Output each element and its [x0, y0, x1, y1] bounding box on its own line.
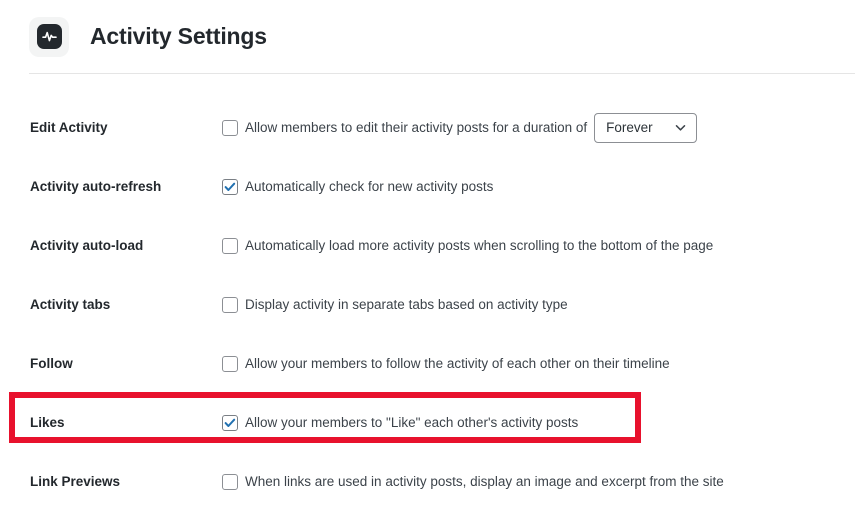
- table-row: Activity auto-load Automatically load mo…: [0, 216, 861, 275]
- app-icon-container: [29, 16, 69, 57]
- edit-activity-checkbox[interactable]: [222, 119, 238, 136]
- header-inner: Activity Settings: [29, 16, 267, 57]
- chevron-down-icon: [675, 125, 686, 131]
- edit-activity-duration-select[interactable]: Forever: [594, 112, 698, 143]
- table-row: Likes Allow your members to "Like" each …: [0, 393, 861, 452]
- row-label-edit-activity: Edit Activity: [30, 120, 108, 135]
- activity-settings-table: Edit Activity Allow members to edit thei…: [0, 98, 861, 511]
- settings-rows: Edit Activity Allow members to edit thei…: [0, 98, 861, 511]
- likes-description: Allow your members to "Like" each other'…: [245, 414, 579, 430]
- row-field-link-previews: When links are used in activity posts, d…: [222, 452, 861, 511]
- table-row: Activity auto-refresh Automatically chec…: [0, 157, 861, 216]
- row-label-activity-auto-load: Activity auto-load: [30, 238, 144, 253]
- row-field-activity-auto-refresh: Automatically check for new activity pos…: [222, 157, 861, 216]
- row-field-likes: Allow your members to "Like" each other'…: [222, 393, 861, 452]
- link-previews-description: When links are used in activity posts, d…: [245, 473, 724, 489]
- row-field-activity-auto-load: Automatically load more activity posts w…: [222, 216, 861, 275]
- table-row: Activity tabs Display activity in separa…: [0, 275, 861, 334]
- activity-tabs-description: Display activity in separate tabs based …: [245, 296, 568, 312]
- follow-description: Allow your members to follow the activit…: [245, 355, 670, 371]
- activity-auto-refresh-description: Automatically check for new activity pos…: [245, 178, 494, 194]
- row-field-activity-tabs: Display activity in separate tabs based …: [222, 275, 861, 334]
- header-divider: [29, 73, 855, 74]
- activity-auto-load-description: Automatically load more activity posts w…: [245, 237, 714, 253]
- activity-auto-load-checkbox[interactable]: [222, 237, 238, 254]
- page-header: Activity Settings: [0, 0, 861, 73]
- table-row: Follow Allow your members to follow the …: [0, 334, 861, 393]
- table-row: Edit Activity Allow members to edit thei…: [0, 98, 861, 157]
- activity-tabs-checkbox[interactable]: [222, 296, 238, 313]
- table-row: Link Previews When links are used in act…: [0, 452, 861, 511]
- link-previews-checkbox[interactable]: [222, 473, 238, 490]
- activity-pulse-icon: [36, 24, 62, 49]
- select-value: Forever: [606, 120, 653, 135]
- page-title: Activity Settings: [90, 23, 267, 49]
- row-field-follow: Allow your members to follow the activit…: [222, 334, 861, 393]
- row-label-activity-tabs: Activity tabs: [30, 297, 111, 312]
- row-label-likes: Likes: [30, 415, 65, 430]
- row-label-activity-auto-refresh: Activity auto-refresh: [30, 179, 162, 194]
- edit-activity-description: Allow members to edit their activity pos…: [245, 119, 588, 135]
- row-label-link-previews: Link Previews: [30, 474, 121, 489]
- likes-checkbox[interactable]: [222, 414, 238, 431]
- activity-auto-refresh-checkbox[interactable]: [222, 178, 238, 195]
- row-label-follow: Follow: [30, 356, 73, 371]
- follow-checkbox[interactable]: [222, 355, 238, 372]
- row-field-edit-activity: Allow members to edit their activity pos…: [222, 98, 861, 157]
